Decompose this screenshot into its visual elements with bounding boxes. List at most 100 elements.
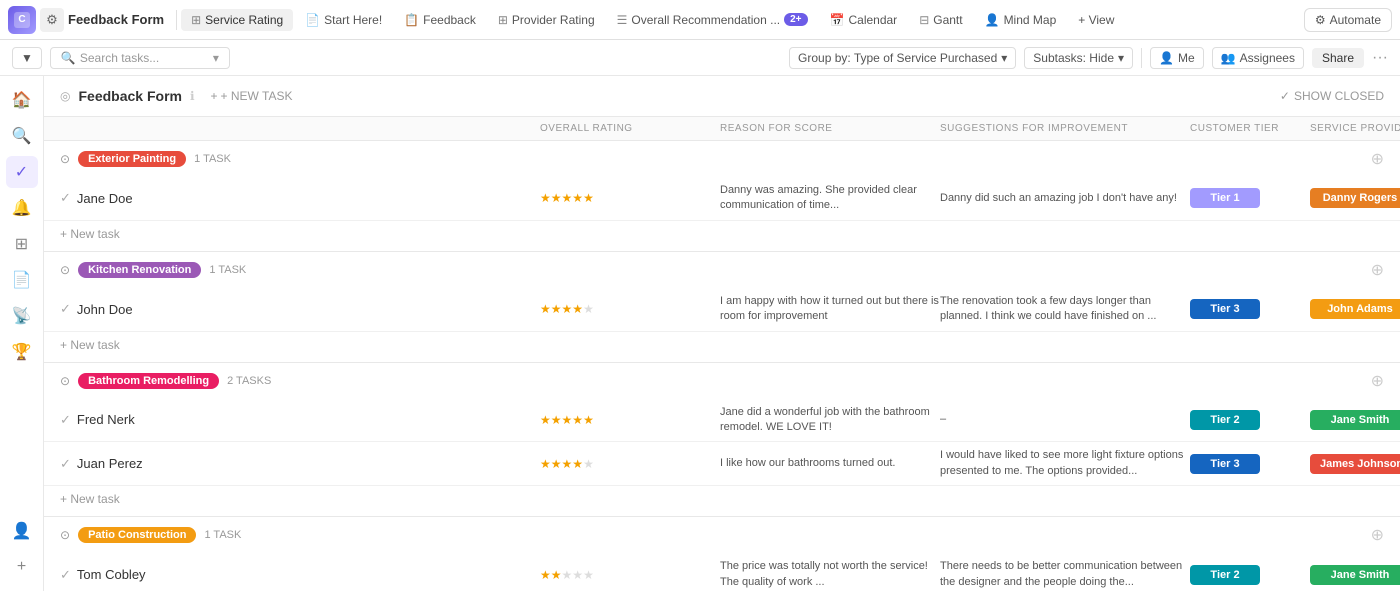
- filter-icon: ▼: [21, 51, 33, 65]
- tab-icon: ⊞: [498, 13, 508, 27]
- task-name-cell: ✓ Jane Doe: [60, 190, 540, 206]
- provider-badge: Jane Smith: [1310, 565, 1400, 585]
- collapse-icon[interactable]: ⊙: [60, 374, 70, 388]
- show-closed-label: SHOW CLOSED: [1294, 89, 1384, 103]
- share-button[interactable]: Share: [1312, 48, 1364, 68]
- check-icon[interactable]: ✓: [60, 412, 71, 428]
- subtasks-button[interactable]: Subtasks: Hide ▾: [1024, 47, 1133, 69]
- tab-label: Feedback: [423, 13, 476, 27]
- section-header-patio-construction[interactable]: ⊙ Patio Construction 1 TASK ⊕: [44, 517, 1400, 553]
- suggestion-text: There needs to be better communication b…: [940, 559, 1190, 590]
- new-task-row: + New task: [44, 221, 1400, 251]
- sections-container: ⊙ Exterior Painting 1 TASK ⊕ ✓ Jane Doe …: [44, 141, 1400, 591]
- page-title: Feedback Form: [78, 88, 181, 104]
- check-icon: ✓: [1280, 89, 1290, 103]
- collapse-icon[interactable]: ⊙: [60, 152, 70, 166]
- section-add-button[interactable]: ⊕: [1371, 371, 1384, 391]
- section-count: 1 TASK: [209, 264, 246, 276]
- reason-text: I like how our bathrooms turned out.: [720, 456, 940, 471]
- suggestion-text: –: [940, 412, 1190, 427]
- sidebar-item-goals[interactable]: 🏆: [6, 336, 38, 368]
- section-patio-construction: ⊙ Patio Construction 1 TASK ⊕ ✓ Tom Cobl…: [44, 517, 1400, 591]
- collapse-icon[interactable]: ⊙: [60, 263, 70, 277]
- table-row: ✓ Tom Cobley ★★★★★ The price was totally…: [44, 553, 1400, 591]
- check-icon[interactable]: ✓: [60, 190, 71, 206]
- sidebar-item-add[interactable]: +: [6, 551, 38, 583]
- section-tag: Patio Construction: [78, 527, 196, 543]
- section-tag: Kitchen Renovation: [78, 262, 201, 278]
- tab-badge: 2+: [784, 13, 807, 26]
- section-header-exterior-painting[interactable]: ⊙ Exterior Painting 1 TASK ⊕: [44, 141, 1400, 177]
- task-name[interactable]: Juan Perez: [77, 456, 143, 471]
- col-service-provider: SERVICE PROVIDER: [1310, 123, 1400, 134]
- table-row: ✓ John Doe ★★★★★ I am happy with how it …: [44, 288, 1400, 332]
- sidebar-item-search[interactable]: 🔍: [6, 120, 38, 152]
- nav-tabs: ⊞ Service Rating 📄 Start Here! 📋 Feedbac…: [181, 9, 1300, 31]
- tier-badge: Tier 1: [1190, 188, 1260, 208]
- reason-text: Jane did a wonderful job with the bathro…: [720, 405, 940, 436]
- tab-icon: 📅: [830, 13, 845, 27]
- new-task-link[interactable]: + New task: [60, 338, 120, 352]
- tab-mind-map[interactable]: 👤 Mind Map: [975, 9, 1067, 31]
- automate-button[interactable]: ⚙ Automate: [1304, 8, 1392, 32]
- section-add-button[interactable]: ⊕: [1371, 525, 1384, 545]
- filter-button[interactable]: ▼: [12, 47, 42, 69]
- automate-icon: ⚙: [1315, 13, 1326, 27]
- sidebar-item-integrations[interactable]: 📡: [6, 300, 38, 332]
- top-nav: C ⚙ Feedback Form ⊞ Service Rating 📄 Sta…: [0, 0, 1400, 40]
- assignees-label: Assignees: [1240, 51, 1295, 65]
- app-logo[interactable]: C: [8, 6, 36, 34]
- tab-icon: ☰: [617, 13, 628, 27]
- tab-provider-rating[interactable]: ⊞ Provider Rating: [488, 9, 605, 31]
- section-header-kitchen-renovation[interactable]: ⊙ Kitchen Renovation 1 TASK ⊕: [44, 252, 1400, 288]
- sidebar-item-docs[interactable]: 📄: [6, 264, 38, 296]
- sidebar-item-invite[interactable]: 👤: [6, 515, 38, 547]
- new-task-link[interactable]: + New task: [60, 492, 120, 506]
- stars-cell: ★★★★★: [540, 413, 720, 427]
- sidebar-item-home[interactable]: 🏠: [6, 84, 38, 116]
- stars-cell: ★★★★★: [540, 302, 720, 316]
- collapse-icon[interactable]: ⊙: [60, 528, 70, 542]
- tab-calendar[interactable]: 📅 Calendar: [820, 9, 908, 31]
- sidebar-item-tasks[interactable]: ✓: [6, 156, 38, 188]
- search-input[interactable]: 🔍 Search tasks... ▾: [50, 47, 230, 69]
- check-icon[interactable]: ✓: [60, 301, 71, 317]
- task-name[interactable]: Tom Cobley: [77, 567, 146, 582]
- nav-right: ⚙ Automate: [1304, 8, 1392, 32]
- info-icon[interactable]: ℹ: [190, 89, 195, 103]
- show-closed-button[interactable]: ✓ SHOW CLOSED: [1280, 89, 1384, 103]
- group-by-button[interactable]: Group by: Type of Service Purchased ▾: [789, 47, 1016, 69]
- divider: [176, 10, 177, 30]
- suggestion-text: I would have liked to see more light fix…: [940, 448, 1190, 479]
- task-name[interactable]: Jane Doe: [77, 191, 133, 206]
- section-add-button[interactable]: ⊕: [1371, 260, 1384, 280]
- task-name[interactable]: John Doe: [77, 302, 133, 317]
- new-task-link[interactable]: + New task: [60, 227, 120, 241]
- section-count: 1 TASK: [204, 529, 241, 541]
- task-name[interactable]: Fred Nerk: [77, 412, 135, 427]
- sidebar-item-notifications[interactable]: 🔔: [6, 192, 38, 224]
- check-icon[interactable]: ✓: [60, 567, 71, 583]
- chevron-down-icon: ▾: [1001, 51, 1007, 65]
- tab-service-rating[interactable]: ⊞ Service Rating: [181, 9, 293, 31]
- collapse-icon[interactable]: ◎: [60, 89, 70, 103]
- table-row: ✓ Juan Perez ★★★★★ I like how our bathro…: [44, 442, 1400, 486]
- section-add-button[interactable]: ⊕: [1371, 149, 1384, 169]
- tab-gantt[interactable]: ⊟ Gantt: [909, 9, 972, 31]
- tab-feedback[interactable]: 📋 Feedback: [394, 9, 486, 31]
- more-button[interactable]: ···: [1372, 49, 1388, 67]
- new-task-button[interactable]: + + NEW TASK: [203, 86, 301, 106]
- me-button[interactable]: 👤 Me: [1150, 47, 1204, 69]
- plus-icon: +: [211, 89, 218, 103]
- tab-overall-recommendation[interactable]: ☰ Overall Recommendation ... 2+: [607, 9, 818, 31]
- search-placeholder: Search tasks...: [80, 51, 159, 65]
- sidebar-item-grid[interactable]: ⊞: [6, 228, 38, 260]
- check-icon[interactable]: ✓: [60, 456, 71, 472]
- section-header-bathroom-remodelling[interactable]: ⊙ Bathroom Remodelling 2 TASKS ⊕: [44, 363, 1400, 399]
- add-view-button[interactable]: + View: [1068, 9, 1124, 31]
- settings-icon[interactable]: ⚙: [40, 8, 64, 32]
- task-name-cell: ✓ John Doe: [60, 301, 540, 317]
- assignees-button[interactable]: 👥 Assignees: [1212, 47, 1304, 69]
- tier-badge: Tier 3: [1190, 299, 1260, 319]
- tab-start-here[interactable]: 📄 Start Here!: [295, 9, 392, 31]
